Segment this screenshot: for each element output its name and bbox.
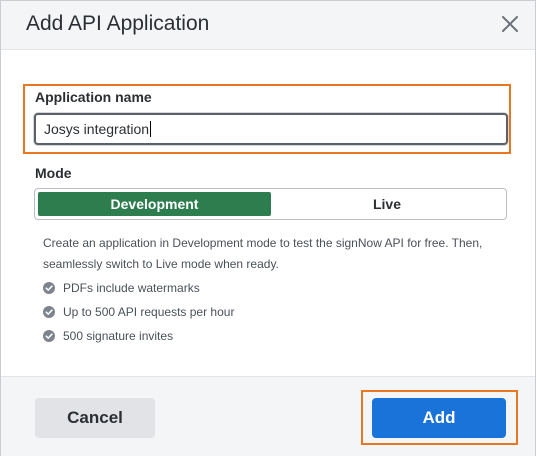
application-name-input[interactable]: Josys integration: [34, 113, 508, 145]
feature-text: 500 signature invites: [63, 329, 174, 343]
check-circle-icon: [43, 306, 55, 318]
cancel-button[interactable]: Cancel: [35, 398, 155, 438]
feature-text: Up to 500 API requests per hour: [63, 305, 235, 319]
dialog-title: Add API Application: [26, 12, 210, 35]
mode-option-live[interactable]: Live: [271, 192, 503, 216]
add-button[interactable]: Add: [372, 398, 506, 438]
text-caret: [150, 121, 152, 137]
close-icon[interactable]: [499, 13, 521, 35]
dialog-header: Add API Application: [1, 1, 535, 50]
mode-label: Mode: [35, 165, 72, 181]
check-circle-icon: [43, 330, 55, 342]
mode-description: Create an application in Development mod…: [43, 236, 483, 271]
check-circle-icon: [43, 282, 55, 294]
application-name-label: Application name: [35, 89, 152, 105]
add-api-application-dialog: Add API Application Application name Jos…: [0, 0, 536, 456]
feature-text: PDFs include watermarks: [63, 281, 200, 295]
mode-option-development[interactable]: Development: [38, 192, 271, 216]
application-name-value: Josys integration: [44, 121, 150, 137]
mode-toggle: Development Live: [34, 188, 507, 220]
